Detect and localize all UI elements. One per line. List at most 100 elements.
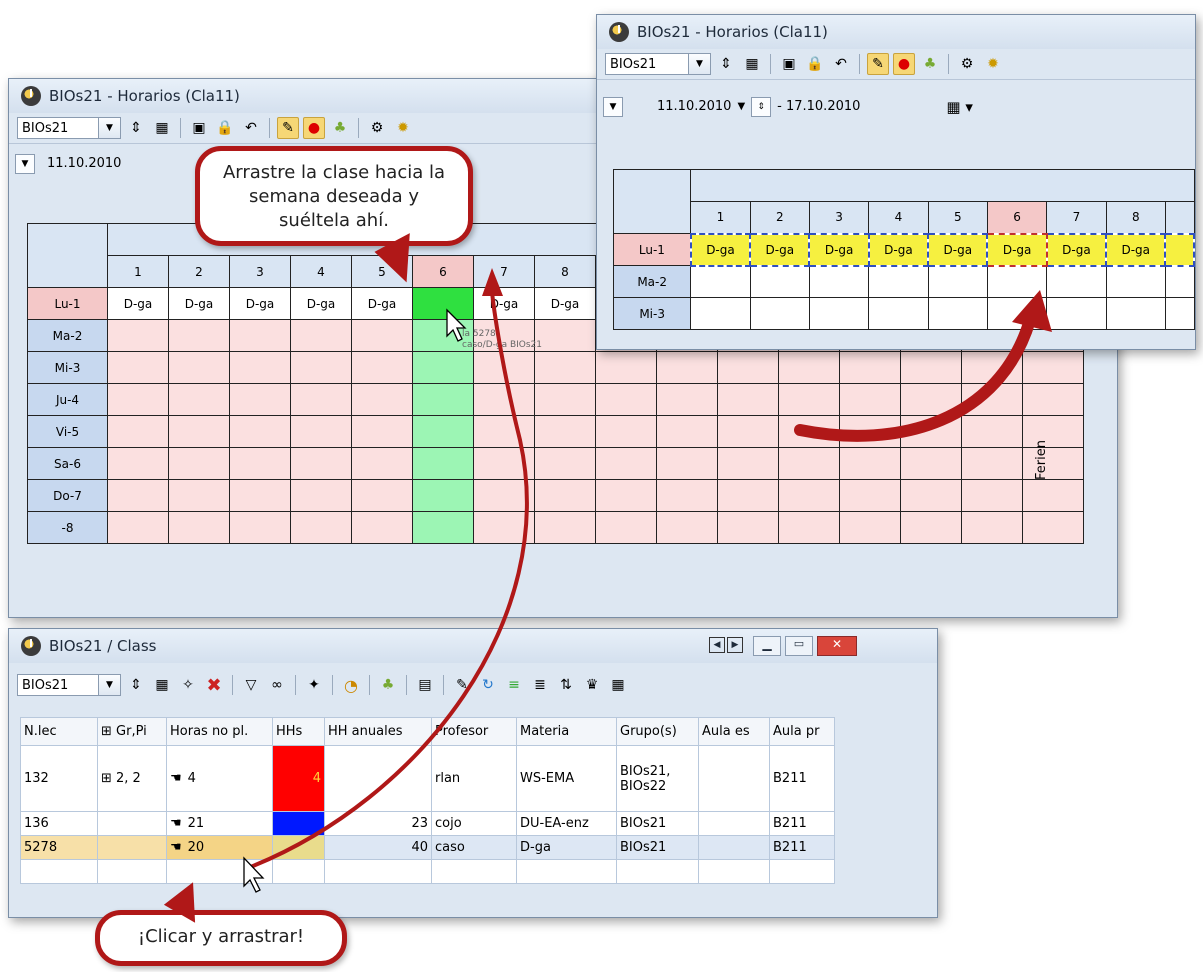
slot[interactable]	[229, 383, 291, 416]
slot[interactable]	[690, 297, 751, 330]
slot[interactable]	[107, 383, 169, 416]
chevron-down-icon[interactable]: ▼	[98, 118, 120, 138]
lesson-cell[interactable]: D-ga	[749, 232, 811, 267]
gear-icon[interactable]: ✹	[982, 53, 1004, 75]
slot[interactable]	[412, 511, 474, 544]
slot[interactable]	[107, 479, 169, 512]
save-icon[interactable]: ▣	[778, 53, 800, 75]
slot[interactable]	[839, 383, 901, 416]
slot[interactable]	[473, 351, 535, 384]
slot[interactable]	[229, 415, 291, 448]
slot[interactable]	[868, 297, 929, 330]
slot[interactable]	[351, 511, 413, 544]
slot[interactable]	[961, 415, 1023, 448]
slot[interactable]	[839, 415, 901, 448]
slot[interactable]	[107, 511, 169, 544]
lesson-cell[interactable]: D-ga	[1105, 232, 1167, 267]
slot[interactable]	[986, 265, 1048, 298]
link-icon[interactable]: ∞	[266, 674, 288, 696]
col-header[interactable]: Grupo(s)	[616, 717, 699, 746]
lesson-cell[interactable]: D-ga	[689, 232, 752, 267]
magic-icon[interactable]: ✦	[303, 674, 325, 696]
hat-icon[interactable]: ♛	[581, 674, 603, 696]
slot[interactable]	[839, 447, 901, 480]
slot[interactable]	[351, 447, 413, 480]
slot[interactable]	[412, 383, 474, 416]
delete-icon[interactable]: ✖	[203, 674, 225, 696]
close-icon[interactable]: ✕	[817, 636, 857, 656]
refresh-icon[interactable]: ↻	[477, 674, 499, 696]
col-header[interactable]: HHs	[272, 717, 325, 746]
lesson-cell[interactable]: D-ga	[168, 287, 230, 320]
slot[interactable]	[961, 351, 1023, 384]
slot[interactable]	[717, 351, 779, 384]
slot[interactable]	[656, 415, 718, 448]
slot[interactable]	[1046, 265, 1107, 298]
slot[interactable]	[290, 415, 352, 448]
slot[interactable]	[351, 383, 413, 416]
class-combo[interactable]: BIOs21 ▼	[17, 674, 121, 696]
slot[interactable]	[351, 479, 413, 512]
slot[interactable]	[107, 319, 169, 352]
slot[interactable]	[290, 351, 352, 384]
slot[interactable]	[229, 479, 291, 512]
slot[interactable]	[290, 511, 352, 544]
slot[interactable]	[534, 447, 596, 480]
table-row[interactable]: 132 ⊞ 2, 2 ☚ 4 4 rlan WS-EMA BIOs21, BIOs…	[20, 745, 835, 812]
calendar-icon[interactable]: ▦	[607, 674, 629, 696]
slot[interactable]	[595, 447, 657, 480]
slot[interactable]	[717, 511, 779, 544]
chevron-down-icon[interactable]: ▼	[688, 54, 710, 74]
lesson-cell[interactable]: D-ga	[534, 287, 596, 320]
sort-icon[interactable]: ⇅	[555, 674, 577, 696]
drop-target-cell[interactable]	[412, 287, 474, 320]
grid-icon[interactable]: ▦	[741, 53, 763, 75]
slot[interactable]	[351, 351, 413, 384]
slot[interactable]	[839, 511, 901, 544]
slot[interactable]	[473, 447, 535, 480]
slot[interactable]	[717, 383, 779, 416]
slot[interactable]	[1022, 511, 1084, 544]
slot[interactable]	[595, 415, 657, 448]
slot[interactable]	[168, 351, 230, 384]
slot[interactable]	[473, 383, 535, 416]
slot[interactable]	[229, 351, 291, 384]
slot[interactable]	[595, 383, 657, 416]
users-icon[interactable]: ♣	[919, 53, 941, 75]
slot[interactable]	[107, 415, 169, 448]
slot[interactable]	[717, 415, 779, 448]
slot[interactable]	[778, 383, 840, 416]
slot[interactable]	[927, 265, 988, 298]
slot[interactable]	[168, 383, 230, 416]
date-dropdown-icon[interactable]: ▼	[737, 101, 745, 112]
class-combo[interactable]: BIOs21 ▼	[17, 117, 121, 139]
lesson-cell[interactable]: D-ga	[808, 232, 870, 267]
slot[interactable]	[412, 351, 474, 384]
slot[interactable]	[1022, 415, 1084, 448]
lock-icon[interactable]: 🔒	[804, 53, 826, 75]
slot[interactable]	[534, 511, 596, 544]
slot[interactable]	[290, 383, 352, 416]
slot[interactable]	[1046, 297, 1107, 330]
slot[interactable]	[107, 447, 169, 480]
slot[interactable]	[168, 447, 230, 480]
slot[interactable]	[900, 447, 962, 480]
col-header[interactable]: N.lec	[20, 717, 98, 746]
lesson-cell[interactable]: D-ga	[290, 287, 352, 320]
lesson-cell[interactable]: D-ga	[107, 287, 169, 320]
grid-icon[interactable]: ▦	[151, 674, 173, 696]
slot[interactable]	[534, 479, 596, 512]
slot[interactable]	[1105, 297, 1166, 330]
grid-icon[interactable]: ▦	[151, 117, 173, 139]
lesson-cell[interactable]: D-ga	[351, 287, 413, 320]
users-icon[interactable]: ♣	[329, 117, 351, 139]
slot[interactable]	[229, 511, 291, 544]
class-combo[interactable]: BIOs21 ▼	[605, 53, 711, 75]
slot[interactable]	[1164, 265, 1195, 298]
spin-icon[interactable]: ⇕	[715, 53, 737, 75]
slot[interactable]	[778, 479, 840, 512]
lesson-cell-cut[interactable]	[1164, 232, 1195, 267]
slot[interactable]	[290, 447, 352, 480]
spin-icon[interactable]: ⇕	[125, 117, 147, 139]
slot[interactable]	[290, 479, 352, 512]
